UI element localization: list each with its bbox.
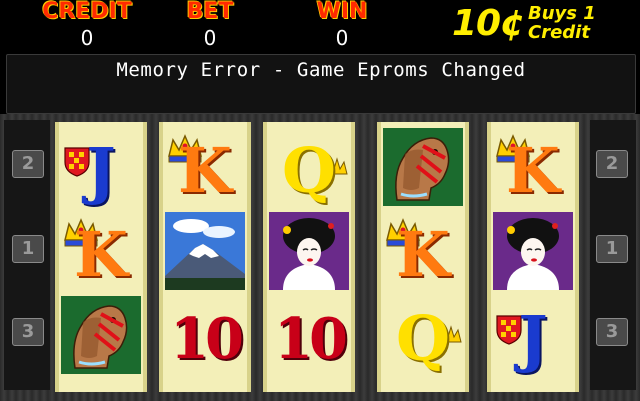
credit-value: 0	[80, 26, 94, 50]
meter-bar: CREDIT 0 BET 0 WIN 0 10¢ Buys 1 Credit	[0, 0, 640, 50]
bet-meter: BET 0	[178, 0, 242, 50]
jack-symbol: J	[493, 296, 573, 374]
message-panel: Memory Error - Game Eproms Changed	[6, 54, 636, 114]
denomination-line1: Buys 1	[528, 3, 596, 24]
denomination-text: Buys 1 Credit	[528, 4, 596, 42]
queen-symbol: Q	[383, 296, 463, 374]
geisha-symbol	[493, 212, 573, 290]
line-indicator-left-1: 1	[12, 235, 44, 263]
horse-symbol	[61, 296, 141, 374]
bet-value: 0	[203, 26, 217, 50]
left-line-panel: 2 1 3	[4, 120, 50, 390]
line-indicator-right-2: 2	[596, 150, 628, 178]
win-label: WIN	[316, 0, 368, 24]
king-symbol: K	[383, 212, 463, 290]
line-indicator-right-3: 3	[596, 318, 628, 346]
reel-2: K 10	[159, 122, 251, 392]
king-symbol: K	[493, 128, 573, 206]
reel-4: KQ	[377, 122, 469, 392]
ten-symbol: 10	[170, 306, 244, 372]
king-symbol: K	[165, 128, 245, 206]
denomination-amount: 10¢	[452, 3, 525, 44]
mount-fuji-symbol	[165, 212, 245, 290]
line-indicator-left-3: 3	[12, 318, 44, 346]
reel-3: Q 10	[263, 122, 355, 392]
line-indicator-left-2: 2	[12, 150, 44, 178]
king-symbol: K	[61, 212, 141, 290]
reel-5: KJ	[487, 122, 579, 392]
error-message: Memory Error - Game Eproms Changed	[116, 59, 526, 81]
credit-label: CREDIT	[42, 0, 132, 24]
win-meter: WIN 0	[308, 0, 376, 50]
credit-meter: CREDIT 0	[32, 0, 142, 50]
ten-symbol: 10	[274, 306, 348, 372]
denomination-badge: 10¢ Buys 1 Credit	[452, 2, 632, 46]
reel-1: JK	[55, 122, 147, 392]
queen-symbol: Q	[269, 128, 349, 206]
right-line-panel: 2 1 3	[590, 120, 636, 390]
horse-symbol	[383, 128, 463, 206]
denomination-line2: Credit	[528, 22, 590, 43]
jack-symbol: J	[61, 128, 141, 206]
win-value: 0	[335, 26, 349, 50]
bet-label: BET	[186, 0, 234, 24]
geisha-symbol	[269, 212, 349, 290]
line-indicator-right-1: 1	[596, 235, 628, 263]
